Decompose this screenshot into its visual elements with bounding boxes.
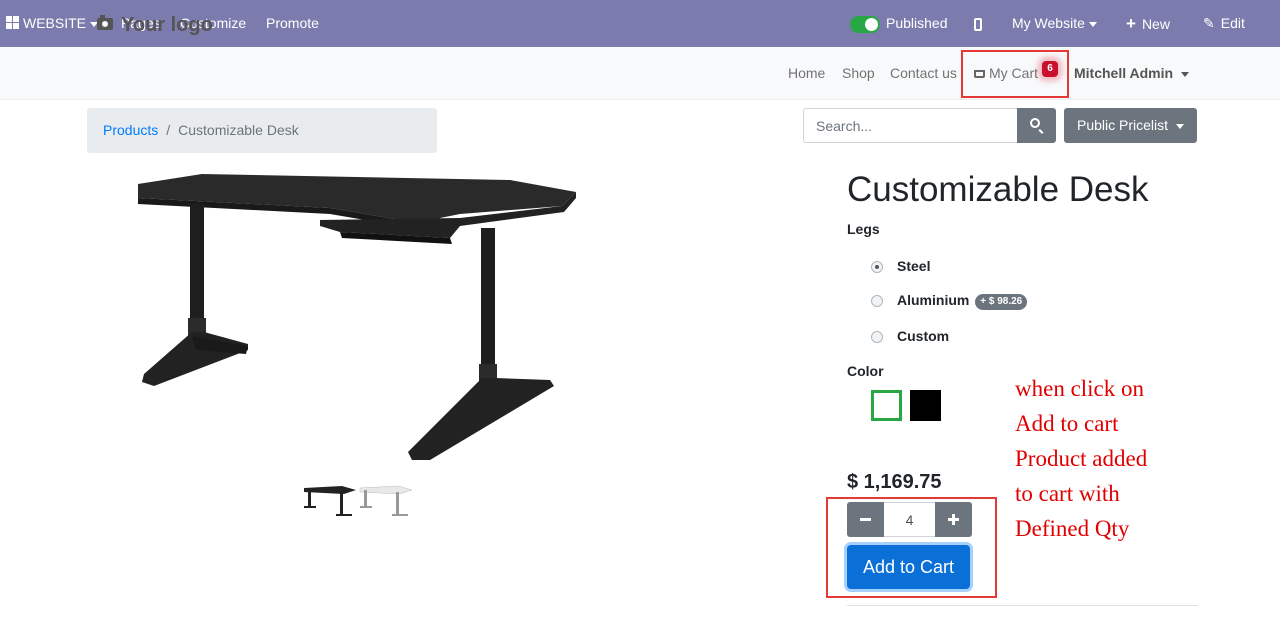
product-title: Customizable Desk xyxy=(847,170,1149,209)
pencil-icon: ✎ xyxy=(1203,15,1215,31)
search-button[interactable] xyxy=(1017,108,1056,143)
product-price: $ 1,169.75 xyxy=(847,471,942,493)
my-website-label: My Website xyxy=(1012,15,1085,31)
annotation-line: Product added xyxy=(1015,446,1148,471)
legs-option-label: Aluminium xyxy=(897,292,970,308)
user-name: Mitchell Admin xyxy=(1074,65,1174,81)
breadcrumb-separator: / xyxy=(166,122,171,138)
promote-menu[interactable]: Promote xyxy=(266,0,319,47)
nav-home[interactable]: Home xyxy=(788,47,825,100)
pricelist-label: Public Pricelist xyxy=(1076,117,1169,133)
pricelist-dropdown[interactable]: Public Pricelist xyxy=(1064,108,1197,143)
legs-option-label: Steel xyxy=(897,258,931,274)
nav-contact-us[interactable]: Contact us xyxy=(890,47,957,100)
breadcrumb-products-link[interactable]: Products xyxy=(103,122,158,138)
caret-down-icon xyxy=(1088,21,1097,27)
divider xyxy=(847,605,1198,606)
product-image xyxy=(138,174,576,460)
logo-text: Your logo xyxy=(121,14,213,36)
annotation-line: Add to cart xyxy=(1015,411,1119,436)
color-swatch-white[interactable] xyxy=(871,390,902,421)
mobile-phone-icon xyxy=(974,17,982,31)
plus-icon: + xyxy=(1126,14,1136,33)
new-button[interactable]: + New xyxy=(1126,0,1170,47)
annotation-note: when click on Add to cart Product added … xyxy=(1015,371,1215,546)
radio-unchecked-icon xyxy=(871,331,883,343)
my-website-menu[interactable]: My Website xyxy=(1012,0,1097,47)
search-icon xyxy=(1030,118,1040,128)
color-label: Color xyxy=(847,363,884,379)
search-input[interactable] xyxy=(803,108,1018,143)
caret-down-icon xyxy=(1181,71,1190,77)
website-menu-label: WEBSITE xyxy=(23,15,87,31)
apps-grid-icon xyxy=(6,16,19,29)
radio-checked-icon xyxy=(871,261,883,273)
caret-down-icon xyxy=(1176,123,1185,129)
mobile-preview-button[interactable] xyxy=(974,0,982,47)
legs-option-steel[interactable]: Steel xyxy=(871,256,930,276)
user-menu[interactable]: Mitchell Admin xyxy=(1074,47,1190,100)
nav-shop[interactable]: Shop xyxy=(842,47,875,100)
breadcrumb-current: Customizable Desk xyxy=(178,122,299,138)
edit-button[interactable]: ✎ Edit xyxy=(1203,0,1245,47)
published-label: Published xyxy=(886,15,948,31)
add-to-cart-highlight-box xyxy=(826,497,997,598)
legs-option-custom[interactable]: Custom xyxy=(871,326,949,346)
website-menu[interactable]: WEBSITE xyxy=(6,0,99,47)
new-label: New xyxy=(1141,16,1170,32)
radio-unchecked-icon xyxy=(871,295,883,307)
camera-icon xyxy=(97,15,113,30)
annotation-line: when click on xyxy=(1015,376,1145,401)
legs-option-label: Custom xyxy=(897,328,950,344)
site-logo[interactable]: Your logo xyxy=(97,14,213,37)
annotation-line: to cart with xyxy=(1015,481,1120,506)
breadcrumb: Products / Customizable Desk xyxy=(87,108,437,153)
published-toggle[interactable]: Published xyxy=(850,0,948,47)
toggle-switch-icon xyxy=(850,15,880,33)
price-extra-badge: + $ 98.26 xyxy=(975,294,1028,310)
edit-label: Edit xyxy=(1220,15,1245,31)
legs-option-aluminium[interactable]: Aluminium + $ 98.26 xyxy=(871,290,1028,310)
legs-label: Legs xyxy=(847,221,880,237)
color-swatch-black[interactable] xyxy=(910,390,941,421)
product-thumbnails[interactable] xyxy=(302,484,414,522)
annotation-line: Defined Qty xyxy=(1015,516,1130,541)
cart-highlight-box xyxy=(961,50,1069,98)
